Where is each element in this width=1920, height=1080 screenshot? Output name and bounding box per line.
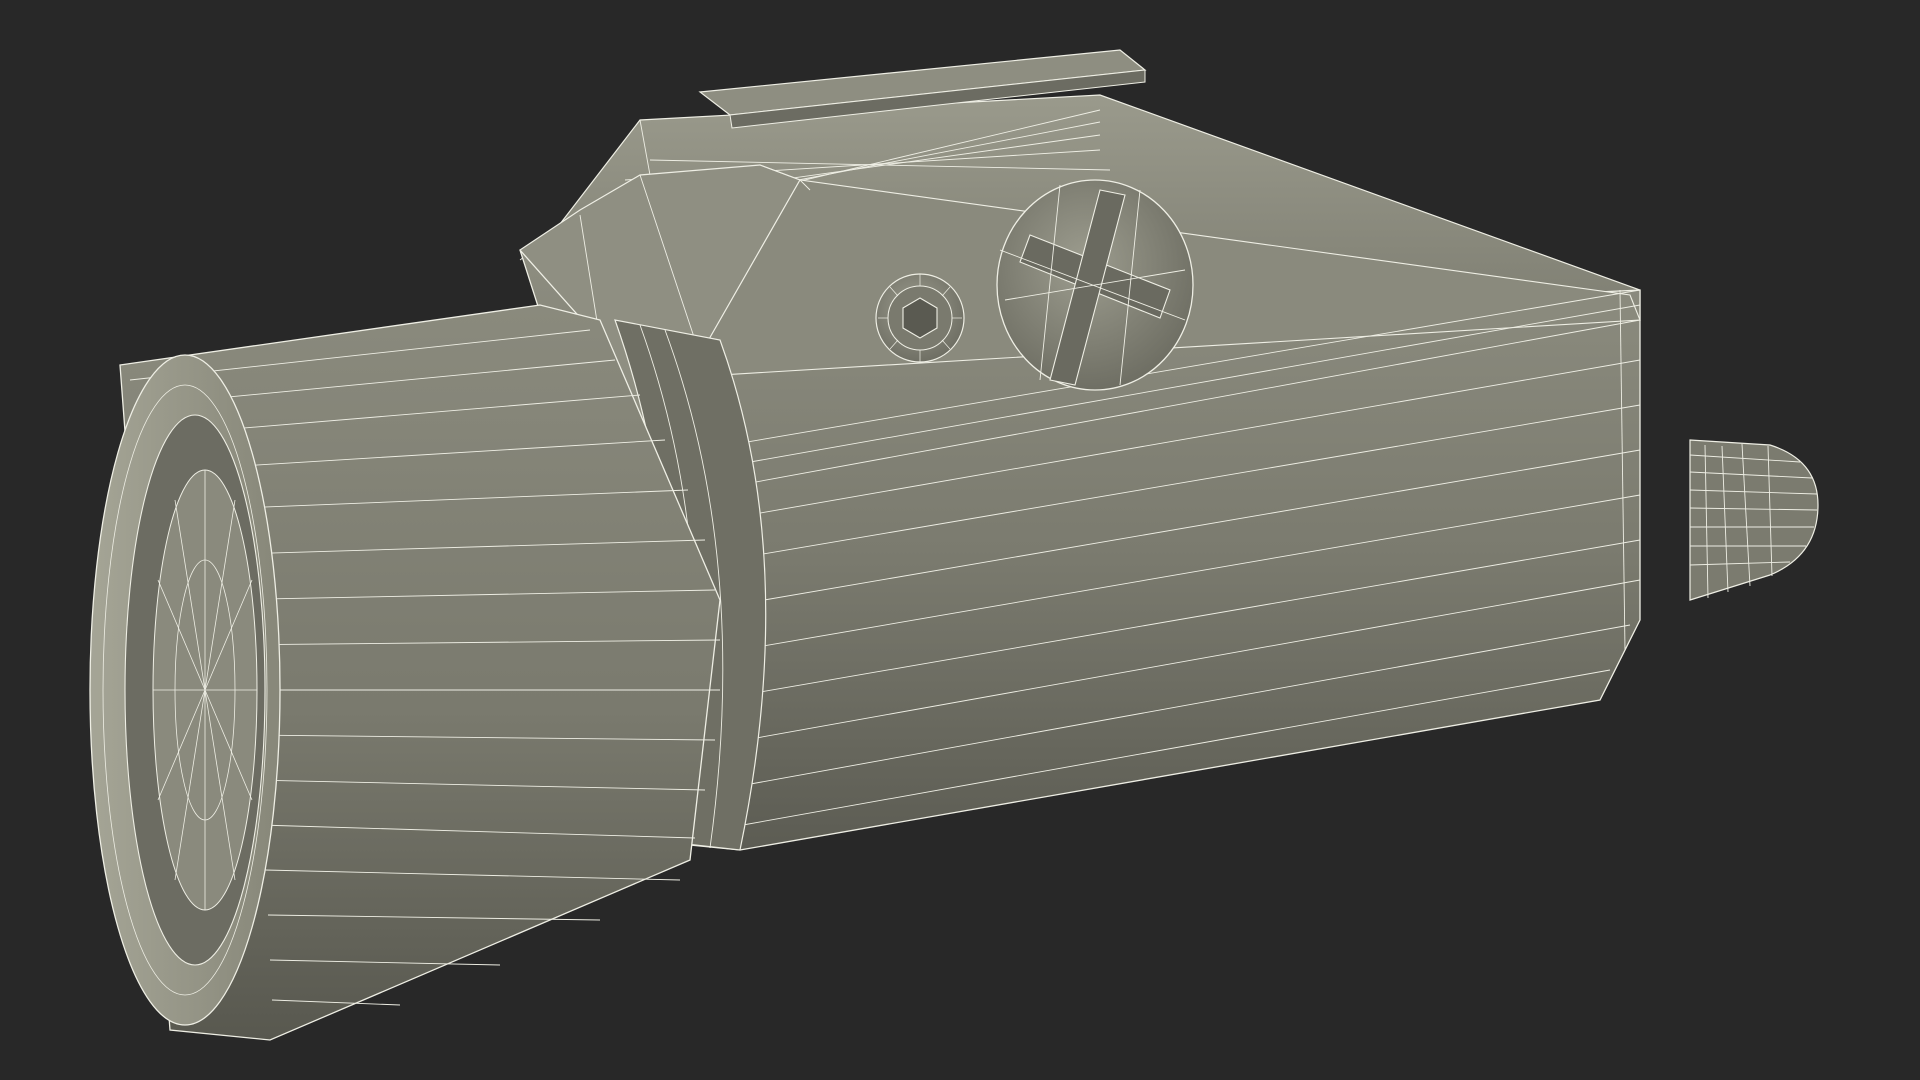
render-viewport (0, 0, 1920, 1080)
slotted-knob-icon (996, 179, 1194, 391)
hex-screw-icon (875, 273, 965, 363)
front-bezel (89, 304, 721, 1041)
wireframe-render (89, 49, 1819, 1041)
tail-cap (1689, 439, 1819, 601)
